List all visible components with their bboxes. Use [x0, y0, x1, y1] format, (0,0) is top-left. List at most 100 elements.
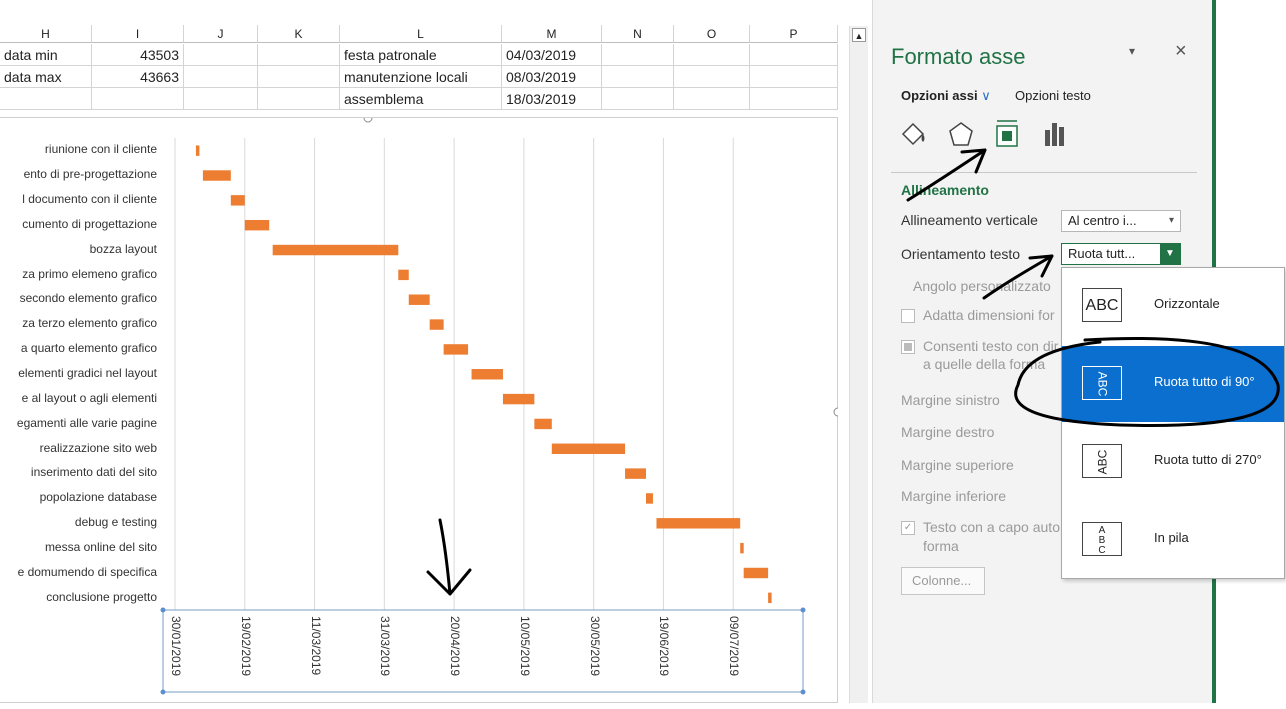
- axis-selection-handle[interactable]: [800, 689, 806, 695]
- x-tick-label: 31/03/2019: [378, 616, 393, 677]
- column-header-l[interactable]: L: [340, 25, 502, 43]
- cell[interactable]: manutenzione locali: [340, 66, 502, 88]
- cell[interactable]: [750, 88, 838, 110]
- cell[interactable]: [750, 66, 838, 88]
- axis-options-bar-icon[interactable]: [1041, 120, 1069, 148]
- task-label: za terzo elemento grafico: [22, 316, 157, 331]
- task-label: e al layout o agli elementi: [21, 390, 157, 405]
- axis-selection-handle[interactable]: [160, 607, 166, 613]
- gantt-bar[interactable]: [443, 344, 469, 355]
- cell[interactable]: data min: [0, 44, 92, 66]
- cell[interactable]: assemblema: [340, 88, 502, 110]
- cell[interactable]: [258, 44, 340, 66]
- option-rotate-270[interactable]: ABC Ruota tutto di 270°: [1062, 424, 1284, 500]
- column-header-i[interactable]: I: [92, 25, 184, 43]
- x-tick-label: 11/03/2019: [308, 616, 323, 676]
- chart-resize-handle[interactable]: [363, 113, 373, 123]
- margin-left-label: Margine sinistro: [901, 392, 1000, 408]
- cell[interactable]: 08/03/2019: [502, 66, 602, 88]
- gantt-bar[interactable]: [244, 219, 270, 231]
- gantt-bar[interactable]: [398, 269, 409, 281]
- cell[interactable]: [184, 88, 258, 110]
- gantt-bar[interactable]: [656, 518, 741, 529]
- task-label: riunione con il cliente: [44, 142, 157, 157]
- cell[interactable]: [674, 66, 750, 88]
- gantt-bar[interactable]: [646, 493, 653, 504]
- gantt-bar[interactable]: [408, 294, 430, 305]
- gantt-bar[interactable]: [768, 592, 772, 604]
- gantt-chart[interactable]: riunione con il cliente ento di pre-proge…: [0, 113, 843, 703]
- column-header-k[interactable]: K: [258, 25, 340, 43]
- dropdown-arrow-button[interactable]: ▼: [1160, 244, 1180, 264]
- gantt-bar[interactable]: [743, 567, 769, 579]
- section-alignment-heading[interactable]: Allineamento: [901, 182, 989, 198]
- axis-selection-handle[interactable]: [160, 689, 166, 695]
- cell[interactable]: data max: [0, 66, 92, 88]
- cell[interactable]: [602, 88, 674, 110]
- vertical-alignment-value: Al centro i...: [1068, 213, 1137, 228]
- x-tick-label: 30/01/2019: [169, 616, 183, 677]
- gantt-bar[interactable]: [534, 418, 552, 430]
- scroll-up-arrow[interactable]: ▲: [852, 28, 866, 42]
- gantt-bar[interactable]: [740, 542, 744, 554]
- vertical-alignment-select[interactable]: Al centro i... ▾: [1061, 210, 1181, 232]
- gantt-bar[interactable]: [272, 244, 399, 256]
- cell[interactable]: [92, 88, 184, 110]
- gantt-bar[interactable]: [551, 443, 626, 454]
- gantt-bar[interactable]: [471, 369, 503, 380]
- gantt-bar[interactable]: [202, 170, 231, 181]
- task-label: l documento con il cliente: [22, 192, 157, 207]
- column-header-m[interactable]: M: [502, 25, 602, 43]
- columns-button[interactable]: Colonne...: [901, 567, 985, 595]
- gantt-bar[interactable]: [502, 393, 535, 405]
- column-header-j[interactable]: J: [184, 25, 258, 43]
- rotate-270-abc-text: ABC: [1095, 449, 1109, 475]
- chart-resize-handle[interactable]: [833, 407, 843, 417]
- overflow-checkbox[interactable]: [901, 340, 915, 354]
- cell[interactable]: [184, 44, 258, 66]
- task-label: e domumendo di specifica: [17, 564, 157, 579]
- chevron-down-icon: ▾: [1168, 215, 1174, 226]
- tab-text-options[interactable]: Opzioni testo: [1015, 88, 1091, 103]
- option-stacked[interactable]: A B C In pila: [1062, 502, 1284, 578]
- cell[interactable]: [674, 88, 750, 110]
- cell[interactable]: [184, 66, 258, 88]
- column-header-o[interactable]: O: [674, 25, 750, 43]
- cell[interactable]: 04/03/2019: [502, 44, 602, 66]
- cell[interactable]: [674, 44, 750, 66]
- cell[interactable]: [602, 44, 674, 66]
- column-header-h[interactable]: H: [0, 25, 92, 43]
- cell[interactable]: [750, 44, 838, 66]
- cell[interactable]: 18/03/2019: [502, 88, 602, 110]
- column-header-n[interactable]: N: [602, 25, 674, 43]
- fill-line-icon[interactable]: [899, 120, 929, 148]
- size-properties-icon[interactable]: [993, 118, 1021, 150]
- gantt-bar[interactable]: [230, 195, 245, 206]
- axis-selection-handle[interactable]: [800, 607, 806, 613]
- option-rotate-90-label: Ruota tutto di 90°: [1154, 374, 1255, 389]
- cell[interactable]: festa patronale: [340, 44, 502, 66]
- vertical-scrollbar[interactable]: ▲: [849, 26, 868, 703]
- gantt-bar[interactable]: [429, 319, 444, 330]
- column-header-p[interactable]: P: [750, 25, 838, 43]
- pane-options-chevron-icon[interactable]: ▾: [1129, 44, 1135, 58]
- option-rotate-90[interactable]: ABC Ruota tutto di 90°: [1062, 346, 1284, 422]
- effects-pentagon-icon[interactable]: [947, 120, 975, 150]
- cell[interactable]: [0, 88, 92, 110]
- gantt-bar[interactable]: [195, 145, 200, 156]
- fit-shape-checkbox[interactable]: [901, 309, 915, 323]
- selected-x-axis-box[interactable]: [162, 609, 804, 693]
- wrap-text-checkbox[interactable]: ✓: [901, 521, 915, 535]
- cell[interactable]: [258, 66, 340, 88]
- icon-row-divider: [891, 172, 1197, 173]
- cell[interactable]: [602, 66, 674, 88]
- tab-axis-options[interactable]: Opzioni assi ∨: [901, 88, 991, 104]
- margin-top-label: Margine superiore: [901, 457, 1014, 473]
- cell[interactable]: 43663: [92, 66, 184, 88]
- gantt-bar[interactable]: [625, 468, 646, 479]
- text-orientation-select[interactable]: Ruota tutt... ▼: [1061, 243, 1181, 265]
- option-horizontal[interactable]: ABC Orizzontale: [1062, 268, 1284, 344]
- cell[interactable]: 43503: [92, 44, 184, 66]
- cell[interactable]: [258, 88, 340, 110]
- close-icon[interactable]: ×: [1175, 40, 1187, 63]
